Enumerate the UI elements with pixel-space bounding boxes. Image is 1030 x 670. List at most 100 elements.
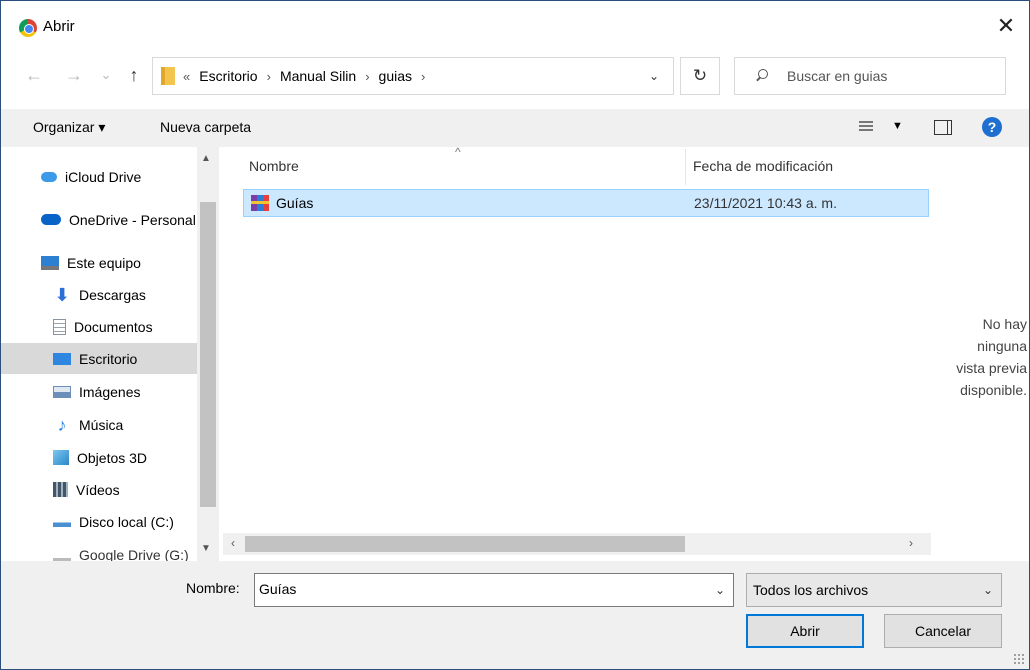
column-headers: ^ Nombre Fecha de modificación	[223, 145, 931, 185]
view-dropdown-icon[interactable]: ▼	[892, 120, 903, 132]
sidebar-item-icloud-drive[interactable]: iCloud Drive	[1, 161, 197, 192]
sidebar-item-label: Música	[79, 416, 124, 433]
cancel-button[interactable]: Cancelar	[884, 614, 1002, 648]
preview-line: ninguna	[977, 338, 1027, 354]
breadcrumb-item-guias[interactable]: guias	[379, 68, 412, 84]
open-button[interactable]: Abrir	[746, 614, 864, 648]
resize-grip-icon[interactable]	[1013, 653, 1025, 665]
file-list: ^ Nombre Fecha de modificación Guías 23/…	[223, 145, 931, 561]
preview-line: disponible.	[960, 382, 1027, 398]
scroll-up-icon[interactable]: ▲	[201, 153, 211, 164]
window-title: Abrir	[43, 18, 75, 35]
file-name-input[interactable]	[259, 581, 699, 597]
videos-icon	[53, 482, 68, 497]
command-toolbar: Organizar ▾ Nueva carpeta ▼ ?	[1, 109, 1029, 147]
computer-icon	[41, 255, 59, 270]
forward-button[interactable]: →	[63, 63, 85, 87]
up-button[interactable]: ↑	[123, 63, 145, 87]
view-options-icon[interactable]	[859, 121, 873, 133]
scroll-down-icon[interactable]: ▼	[201, 543, 211, 554]
cloud-icon	[41, 171, 57, 182]
breadcrumb-overflow-icon[interactable]: «	[183, 69, 190, 84]
navigation-bar: ← → ⌄ ↑ « Escritorio › Manual Silin › gu…	[1, 51, 1029, 101]
sidebar-item-label: Este equipo	[67, 254, 141, 271]
chevron-down-icon[interactable]: ⌄	[715, 583, 725, 597]
file-name-combobox[interactable]: ⌄	[254, 573, 734, 607]
file-name-label: Nombre:	[186, 580, 240, 596]
search-input[interactable]	[787, 68, 997, 84]
rar-archive-icon	[251, 195, 269, 211]
column-divider[interactable]	[685, 149, 686, 185]
address-bar[interactable]: « Escritorio › Manual Silin › guias › ⌄	[152, 57, 674, 95]
sidebar-item-label: Objetos 3D	[77, 449, 148, 466]
sidebar-item-label: iCloud Drive	[65, 168, 142, 185]
breadcrumb-item-escritorio[interactable]: Escritorio	[199, 68, 257, 84]
preview-line: vista previa	[956, 360, 1027, 376]
sidebar-item-label: Descargas	[79, 286, 146, 303]
scroll-right-icon[interactable]: ›	[909, 536, 913, 550]
sidebar-item-label: OneDrive - Personal	[69, 211, 196, 228]
sidebar-item-label: Vídeos	[76, 481, 120, 498]
chevron-right-icon[interactable]: ›	[421, 69, 425, 84]
sort-ascending-icon: ^	[455, 145, 461, 159]
file-date: 23/11/2021 10:43 a. m.	[694, 195, 837, 211]
file-name: Guías	[276, 195, 314, 211]
music-icon: ♪	[57, 414, 67, 435]
organize-menu-button[interactable]: Organizar ▾	[33, 119, 105, 136]
sidebar-item-label: Escritorio	[79, 350, 138, 367]
onedrive-icon	[41, 214, 61, 225]
sidebar-item-videos[interactable]: Vídeos	[1, 474, 197, 505]
no-preview-message: No hay ninguna vista previa disponible.	[933, 313, 1027, 401]
disk-icon	[53, 516, 71, 527]
dialog-footer: Nombre: ⌄ Todos los archivos ⌄ Abrir Can…	[1, 561, 1029, 669]
title-bar: Abrir ✕	[1, 1, 1029, 51]
sidebar-item-musica[interactable]: ♪ Música	[1, 409, 197, 440]
preview-line: No hay	[982, 316, 1027, 332]
breadcrumb-item-manual-silin[interactable]: Manual Silin	[280, 68, 356, 84]
sidebar-scrollbar[interactable]: ▲ ▼	[197, 147, 219, 561]
sidebar-item-imagenes[interactable]: Imágenes	[1, 376, 197, 407]
refresh-button[interactable]: ↻	[680, 57, 720, 95]
chevron-down-icon[interactable]: ⌄	[983, 583, 993, 597]
search-box[interactable]	[734, 57, 1006, 95]
sidebar-item-documentos[interactable]: Documentos	[1, 311, 197, 342]
horizontal-scroll-thumb[interactable]	[245, 536, 685, 552]
column-header-date[interactable]: Fecha de modificación	[693, 158, 833, 174]
sidebar-item-este-equipo[interactable]: Este equipo	[1, 247, 197, 278]
new-folder-button[interactable]: Nueva carpeta	[160, 119, 251, 135]
sidebar-item-escritorio[interactable]: Escritorio	[1, 343, 197, 374]
close-button[interactable]: ✕	[983, 7, 1029, 45]
chrome-app-icon	[19, 19, 37, 37]
sidebar-item-descargas[interactable]: ⬇ Descargas	[1, 279, 197, 310]
file-type-select[interactable]: Todos los archivos ⌄	[746, 573, 1002, 607]
sidebar-item-label: Documentos	[74, 318, 153, 335]
chevron-right-icon[interactable]: ›	[365, 69, 369, 84]
address-dropdown-icon[interactable]: ⌄	[649, 69, 659, 83]
file-type-value: Todos los archivos	[753, 582, 869, 598]
navigation-pane: iCloud Drive OneDrive - Personal Este eq…	[1, 147, 221, 561]
folder-icon	[161, 67, 175, 85]
scroll-left-icon[interactable]: ‹	[231, 536, 235, 550]
documents-icon	[53, 318, 66, 335]
sidebar-item-objetos-3d[interactable]: Objetos 3D	[1, 442, 197, 473]
sidebar-item-onedrive[interactable]: OneDrive - Personal	[1, 204, 197, 235]
help-icon[interactable]: ?	[982, 117, 1002, 137]
sidebar-item-disco-local[interactable]: Disco local (C:)	[1, 506, 197, 537]
sidebar-item-label: Disco local (C:)	[79, 513, 174, 530]
column-header-name[interactable]: Nombre	[249, 158, 299, 174]
back-button[interactable]: ←	[23, 63, 45, 87]
sidebar-item-label: Google Drive (G:)	[79, 546, 189, 562]
download-icon: ⬇	[54, 284, 70, 305]
chevron-right-icon[interactable]: ›	[267, 69, 271, 84]
table-row[interactable]: Guías 23/11/2021 10:43 a. m.	[243, 189, 929, 217]
open-file-dialog: Abrir ✕ ← → ⌄ ↑ « Escritorio › Manual Si…	[0, 0, 1030, 670]
preview-pane: No hay ninguna vista previa disponible.	[931, 147, 1029, 561]
sidebar-item-label: Imágenes	[79, 383, 141, 400]
search-icon	[755, 69, 769, 83]
objects-3d-icon	[53, 450, 69, 465]
recent-locations-button[interactable]: ⌄	[95, 63, 117, 87]
preview-pane-icon[interactable]	[934, 120, 952, 135]
sidebar-item-google-drive[interactable]: Google Drive (G:)	[1, 539, 197, 561]
sidebar-scroll-thumb[interactable]	[200, 202, 216, 507]
file-list-horizontal-scrollbar[interactable]: ‹ ›	[223, 533, 931, 555]
